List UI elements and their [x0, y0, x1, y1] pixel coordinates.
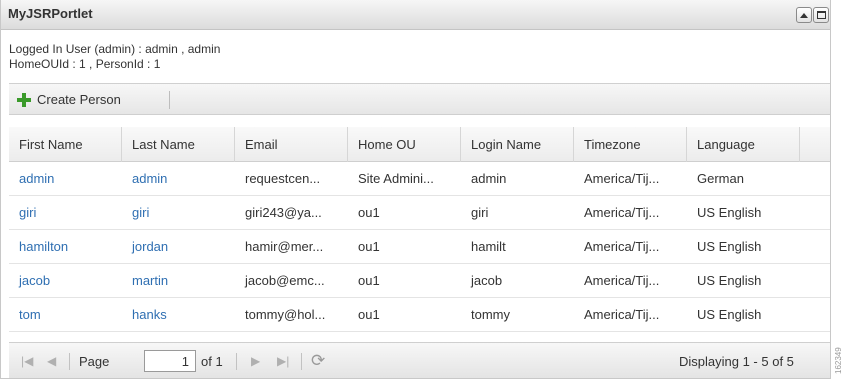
- email-cell: tommy@hol...: [245, 307, 326, 322]
- last-name-link[interactable]: martin: [122, 264, 235, 298]
- pager-separator: [69, 353, 70, 370]
- login-name-cell: giri: [471, 205, 489, 220]
- prev-page-icon: ◀: [47, 354, 57, 368]
- timezone-cell: America/Tij...: [584, 239, 660, 254]
- table-row[interactable]: hamilton jordan hamir@mer... ou1 hamilt …: [9, 230, 830, 264]
- minimize-button[interactable]: [796, 7, 812, 23]
- pager-separator: [236, 353, 237, 370]
- toolbar-separator: [169, 91, 170, 109]
- refresh-button[interactable]: ⟳: [311, 343, 325, 379]
- email-cell: hamir@mer...: [245, 239, 324, 254]
- language-cell: US English: [697, 307, 762, 322]
- first-name-link[interactable]: hamilton: [9, 230, 122, 264]
- last-name-link[interactable]: jordan: [122, 230, 235, 264]
- language-cell: US English: [697, 205, 762, 220]
- first-name-link[interactable]: admin: [9, 162, 122, 196]
- portlet-titlebar: MyJSRPortlet: [1, 0, 830, 30]
- logged-in-user-text: Logged In User (admin) : admin , admin: [9, 42, 221, 56]
- maximize-button[interactable]: [813, 7, 829, 23]
- first-name-link[interactable]: jacob: [9, 264, 122, 298]
- home-ou-cell: Site Admini...: [358, 171, 434, 186]
- column-header-last-name[interactable]: Last Name: [122, 127, 235, 162]
- maximize-icon: [816, 11, 826, 19]
- column-header-email[interactable]: Email: [235, 127, 348, 162]
- first-page-icon: |◀: [21, 354, 34, 368]
- column-header-login-name[interactable]: Login Name: [461, 127, 574, 162]
- login-name-cell: admin: [471, 171, 507, 186]
- person-grid: First Name Last Name Email Home OU Login…: [9, 127, 830, 332]
- plus-icon: [17, 92, 31, 107]
- page-count-label: of 1: [201, 353, 223, 369]
- column-header-first-name[interactable]: First Name: [9, 127, 122, 162]
- last-name-link[interactable]: giri: [122, 196, 235, 230]
- email-cell: giri243@ya...: [245, 205, 322, 220]
- grid-header: First Name Last Name Email Home OU Login…: [9, 127, 830, 162]
- timezone-cell: America/Tij...: [584, 307, 660, 322]
- timezone-cell: America/Tij...: [584, 205, 660, 220]
- first-name-link[interactable]: giri: [9, 196, 122, 230]
- login-name-cell: jacob: [471, 273, 503, 288]
- page-number-input[interactable]: [144, 350, 196, 372]
- first-name-link[interactable]: tom: [9, 298, 122, 332]
- next-page-button[interactable]: ▶: [251, 343, 260, 379]
- grid-toolbar: Create Person: [9, 83, 830, 115]
- email-cell: requestcen...: [245, 171, 321, 186]
- table-row[interactable]: jacob martin jacob@emc... ou1 jacob Amer…: [9, 264, 830, 298]
- language-cell: US English: [697, 239, 762, 254]
- login-name-cell: tommy: [471, 307, 510, 322]
- portlet-window: MyJSRPortlet Logged In User (admin) : ad…: [0, 0, 831, 379]
- page-label: Page: [79, 353, 110, 369]
- last-name-link[interactable]: admin: [122, 162, 235, 196]
- prev-page-button[interactable]: ◀: [47, 343, 56, 379]
- next-page-icon: ▶: [251, 354, 261, 368]
- home-ou-cell: ou1: [358, 239, 380, 254]
- language-cell: US English: [697, 273, 762, 288]
- minimize-icon: [800, 12, 808, 18]
- home-ou-cell: ou1: [358, 307, 380, 322]
- pager-separator: [301, 353, 302, 370]
- login-name-cell: hamilt: [471, 239, 506, 254]
- last-page-icon: ▶|: [277, 354, 290, 368]
- column-header-home-ou[interactable]: Home OU: [348, 127, 461, 162]
- figure-id-text: 162349: [834, 347, 843, 374]
- paging-status: Displaying 1 - 5 of 5: [679, 353, 794, 369]
- column-header-timezone[interactable]: Timezone: [574, 127, 687, 162]
- table-row[interactable]: tom hanks tommy@hol... ou1 tommy America…: [9, 298, 830, 332]
- create-person-label: Create Person: [37, 92, 121, 107]
- column-header-language[interactable]: Language: [687, 127, 800, 162]
- timezone-cell: America/Tij...: [584, 273, 660, 288]
- first-page-button[interactable]: |◀: [21, 343, 33, 379]
- home-ou-cell: ou1: [358, 273, 380, 288]
- figure-id: 162349: [832, 326, 846, 376]
- home-ou-text: HomeOUId : 1 , PersonId : 1: [9, 57, 161, 71]
- table-row[interactable]: admin admin requestcen... Site Admini...…: [9, 162, 830, 196]
- timezone-cell: America/Tij...: [584, 171, 660, 186]
- create-person-button[interactable]: Create Person: [17, 92, 121, 107]
- user-info: Logged In User (admin) : admin , admin H…: [9, 42, 220, 72]
- last-name-link[interactable]: hanks: [122, 298, 235, 332]
- paging-toolbar: |◀ ◀ Page of 1 ▶ ▶| ⟳ Displaying 1 - 5 o…: [9, 342, 830, 378]
- email-cell: jacob@emc...: [245, 273, 325, 288]
- language-cell: German: [697, 171, 744, 186]
- table-row[interactable]: giri giri giri243@ya... ou1 giri America…: [9, 196, 830, 230]
- portlet-title: MyJSRPortlet: [8, 6, 93, 21]
- last-page-button[interactable]: ▶|: [277, 343, 289, 379]
- home-ou-cell: ou1: [358, 205, 380, 220]
- refresh-icon: ⟳: [311, 351, 326, 370]
